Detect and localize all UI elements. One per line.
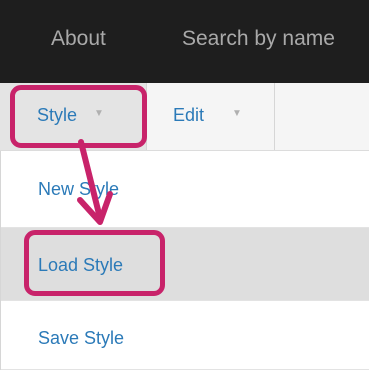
nav-about-link[interactable]: About [51, 27, 106, 51]
menu-item-load-style[interactable]: Load Style [1, 228, 369, 301]
nav-search-by-name-link[interactable]: Search by name [182, 27, 335, 51]
edit-menu-label: Edit [173, 105, 205, 125]
app-frame: About Search by name Style ▼ Edit ▼ New … [0, 0, 369, 370]
menu-item-label: Save Style [38, 328, 125, 348]
style-menu-button[interactable]: Style ▼ [0, 83, 147, 150]
menu-bar: Style ▼ Edit ▼ [0, 83, 369, 151]
caret-down-icon: ▼ [232, 108, 242, 119]
menu-item-label: Load Style [38, 255, 124, 275]
menu-item-label: New Style [38, 179, 120, 199]
menu-item-new-style[interactable]: New Style [1, 151, 369, 228]
style-dropdown-menu: New Style Load Style Save Style [0, 151, 369, 370]
caret-down-icon: ▼ [94, 108, 104, 119]
menu-item-save-style[interactable]: Save Style [1, 301, 369, 370]
edit-menu-button[interactable]: Edit ▼ [147, 83, 275, 150]
top-navigation-bar: About Search by name [0, 0, 369, 83]
style-menu-label: Style [37, 105, 78, 125]
